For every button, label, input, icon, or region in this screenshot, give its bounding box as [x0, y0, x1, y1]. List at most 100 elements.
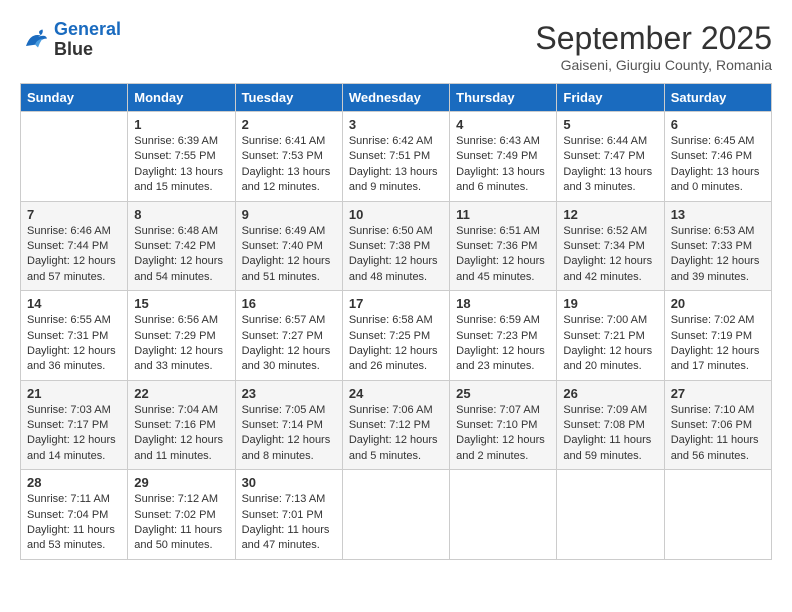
day-number: 14: [27, 296, 121, 311]
sunrise-text: Sunrise: 6:39 AM: [134, 135, 218, 147]
daylight-text: Daylight: 13 hours and 9 minutes.: [349, 166, 438, 193]
cell-info: Sunrise: 7:09 AM Sunset: 7:08 PM Dayligh…: [563, 403, 657, 465]
sunrise-text: Sunrise: 7:00 AM: [563, 314, 647, 326]
weekday-header: Monday: [128, 84, 235, 112]
cell-info: Sunrise: 6:58 AM Sunset: 7:25 PM Dayligh…: [349, 313, 443, 375]
cell-info: Sunrise: 7:10 AM Sunset: 7:06 PM Dayligh…: [671, 403, 765, 465]
calendar-cell: 3 Sunrise: 6:42 AM Sunset: 7:51 PM Dayli…: [342, 112, 449, 202]
sunset-text: Sunset: 7:17 PM: [27, 419, 108, 431]
sunrise-text: Sunrise: 6:58 AM: [349, 314, 433, 326]
sunset-text: Sunset: 7:44 PM: [27, 240, 108, 252]
daylight-text: Daylight: 13 hours and 6 minutes.: [456, 166, 545, 193]
calendar-cell: 19 Sunrise: 7:00 AM Sunset: 7:21 PM Dayl…: [557, 291, 664, 381]
daylight-text: Daylight: 12 hours and 8 minutes.: [242, 434, 331, 461]
calendar-cell: 18 Sunrise: 6:59 AM Sunset: 7:23 PM Dayl…: [450, 291, 557, 381]
logo-line2: Blue: [54, 40, 121, 60]
day-number: 15: [134, 296, 228, 311]
calendar-cell: 27 Sunrise: 7:10 AM Sunset: 7:06 PM Dayl…: [664, 380, 771, 470]
day-number: 27: [671, 386, 765, 401]
daylight-text: Daylight: 13 hours and 12 minutes.: [242, 166, 331, 193]
daylight-text: Daylight: 12 hours and 30 minutes.: [242, 345, 331, 372]
calendar-week-row: 28 Sunrise: 7:11 AM Sunset: 7:04 PM Dayl…: [21, 470, 772, 560]
daylight-text: Daylight: 13 hours and 3 minutes.: [563, 166, 652, 193]
day-number: 16: [242, 296, 336, 311]
calendar-cell: 7 Sunrise: 6:46 AM Sunset: 7:44 PM Dayli…: [21, 201, 128, 291]
daylight-text: Daylight: 12 hours and 48 minutes.: [349, 255, 438, 282]
sunset-text: Sunset: 7:55 PM: [134, 150, 215, 162]
calendar-week-row: 14 Sunrise: 6:55 AM Sunset: 7:31 PM Dayl…: [21, 291, 772, 381]
calendar-cell: 13 Sunrise: 6:53 AM Sunset: 7:33 PM Dayl…: [664, 201, 771, 291]
calendar-cell: 29 Sunrise: 7:12 AM Sunset: 7:02 PM Dayl…: [128, 470, 235, 560]
sunrise-text: Sunrise: 6:44 AM: [563, 135, 647, 147]
day-number: 6: [671, 117, 765, 132]
logo: General Blue: [20, 20, 121, 60]
calendar-cell: 21 Sunrise: 7:03 AM Sunset: 7:17 PM Dayl…: [21, 380, 128, 470]
daylight-text: Daylight: 12 hours and 11 minutes.: [134, 434, 223, 461]
calendar-cell: 23 Sunrise: 7:05 AM Sunset: 7:14 PM Dayl…: [235, 380, 342, 470]
sunrise-text: Sunrise: 6:52 AM: [563, 225, 647, 237]
sunset-text: Sunset: 7:29 PM: [134, 330, 215, 342]
calendar-week-row: 21 Sunrise: 7:03 AM Sunset: 7:17 PM Dayl…: [21, 380, 772, 470]
day-number: 11: [456, 207, 550, 222]
weekday-header: Sunday: [21, 84, 128, 112]
sunrise-text: Sunrise: 6:59 AM: [456, 314, 540, 326]
sunset-text: Sunset: 7:33 PM: [671, 240, 752, 252]
calendar-cell: 24 Sunrise: 7:06 AM Sunset: 7:12 PM Dayl…: [342, 380, 449, 470]
sunrise-text: Sunrise: 6:42 AM: [349, 135, 433, 147]
calendar-cell: 30 Sunrise: 7:13 AM Sunset: 7:01 PM Dayl…: [235, 470, 342, 560]
daylight-text: Daylight: 13 hours and 15 minutes.: [134, 166, 223, 193]
daylight-text: Daylight: 12 hours and 20 minutes.: [563, 345, 652, 372]
cell-info: Sunrise: 7:02 AM Sunset: 7:19 PM Dayligh…: [671, 313, 765, 375]
calendar-cell: 26 Sunrise: 7:09 AM Sunset: 7:08 PM Dayl…: [557, 380, 664, 470]
calendar-cell: 9 Sunrise: 6:49 AM Sunset: 7:40 PM Dayli…: [235, 201, 342, 291]
day-number: 22: [134, 386, 228, 401]
sunset-text: Sunset: 7:14 PM: [242, 419, 323, 431]
sunrise-text: Sunrise: 7:07 AM: [456, 404, 540, 416]
cell-info: Sunrise: 7:12 AM Sunset: 7:02 PM Dayligh…: [134, 492, 228, 554]
sunset-text: Sunset: 7:49 PM: [456, 150, 537, 162]
day-number: 10: [349, 207, 443, 222]
cell-info: Sunrise: 6:43 AM Sunset: 7:49 PM Dayligh…: [456, 134, 550, 196]
cell-info: Sunrise: 6:49 AM Sunset: 7:40 PM Dayligh…: [242, 224, 336, 286]
cell-info: Sunrise: 7:04 AM Sunset: 7:16 PM Dayligh…: [134, 403, 228, 465]
sunset-text: Sunset: 7:10 PM: [456, 419, 537, 431]
calendar-cell: 28 Sunrise: 7:11 AM Sunset: 7:04 PM Dayl…: [21, 470, 128, 560]
daylight-text: Daylight: 12 hours and 26 minutes.: [349, 345, 438, 372]
sunset-text: Sunset: 7:51 PM: [349, 150, 430, 162]
cell-info: Sunrise: 6:42 AM Sunset: 7:51 PM Dayligh…: [349, 134, 443, 196]
sunset-text: Sunset: 7:19 PM: [671, 330, 752, 342]
day-number: 24: [349, 386, 443, 401]
sunset-text: Sunset: 7:36 PM: [456, 240, 537, 252]
sunset-text: Sunset: 7:08 PM: [563, 419, 644, 431]
sunrise-text: Sunrise: 6:56 AM: [134, 314, 218, 326]
calendar-week-row: 1 Sunrise: 6:39 AM Sunset: 7:55 PM Dayli…: [21, 112, 772, 202]
location-subtitle: Gaiseni, Giurgiu County, Romania: [535, 57, 772, 73]
sunrise-text: Sunrise: 7:05 AM: [242, 404, 326, 416]
cell-info: Sunrise: 7:00 AM Sunset: 7:21 PM Dayligh…: [563, 313, 657, 375]
calendar-cell: 12 Sunrise: 6:52 AM Sunset: 7:34 PM Dayl…: [557, 201, 664, 291]
daylight-text: Daylight: 11 hours and 47 minutes.: [242, 524, 330, 551]
day-number: 8: [134, 207, 228, 222]
weekday-header: Saturday: [664, 84, 771, 112]
calendar-cell: 16 Sunrise: 6:57 AM Sunset: 7:27 PM Dayl…: [235, 291, 342, 381]
calendar-cell: 10 Sunrise: 6:50 AM Sunset: 7:38 PM Dayl…: [342, 201, 449, 291]
day-number: 26: [563, 386, 657, 401]
sunrise-text: Sunrise: 6:53 AM: [671, 225, 755, 237]
sunset-text: Sunset: 7:31 PM: [27, 330, 108, 342]
sunset-text: Sunset: 7:04 PM: [27, 509, 108, 521]
calendar-cell: 5 Sunrise: 6:44 AM Sunset: 7:47 PM Dayli…: [557, 112, 664, 202]
daylight-text: Daylight: 12 hours and 42 minutes.: [563, 255, 652, 282]
cell-info: Sunrise: 6:59 AM Sunset: 7:23 PM Dayligh…: [456, 313, 550, 375]
weekday-header: Friday: [557, 84, 664, 112]
sunset-text: Sunset: 7:47 PM: [563, 150, 644, 162]
daylight-text: Daylight: 12 hours and 17 minutes.: [671, 345, 760, 372]
cell-info: Sunrise: 6:57 AM Sunset: 7:27 PM Dayligh…: [242, 313, 336, 375]
sunrise-text: Sunrise: 6:55 AM: [27, 314, 111, 326]
day-number: 17: [349, 296, 443, 311]
daylight-text: Daylight: 12 hours and 51 minutes.: [242, 255, 331, 282]
calendar-cell: 6 Sunrise: 6:45 AM Sunset: 7:46 PM Dayli…: [664, 112, 771, 202]
daylight-text: Daylight: 11 hours and 50 minutes.: [134, 524, 222, 551]
daylight-text: Daylight: 12 hours and 23 minutes.: [456, 345, 545, 372]
sunrise-text: Sunrise: 6:51 AM: [456, 225, 540, 237]
sunrise-text: Sunrise: 7:10 AM: [671, 404, 755, 416]
